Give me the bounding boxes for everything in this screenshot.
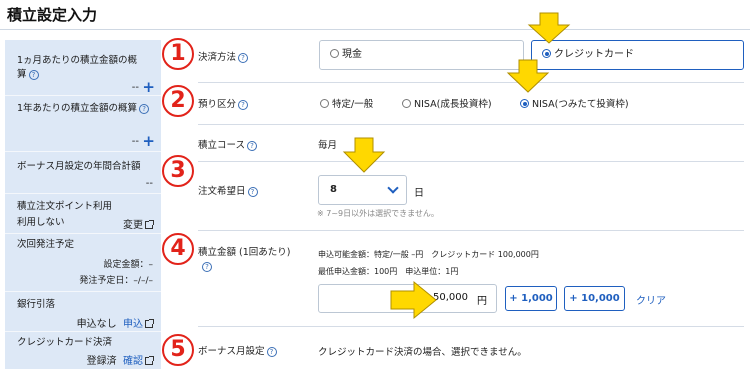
points-value: 利用しない [17, 217, 65, 228]
help-icon[interactable]: ? [202, 262, 212, 272]
divider [198, 161, 744, 162]
page-title: 積立設定入力 [7, 6, 98, 24]
points-section: 積立注文ポイント利用 利用しない 変更 [5, 194, 161, 234]
credit-card-status: 登録済 [86, 356, 117, 367]
next-order-amount: 設定金額：– [103, 260, 153, 270]
external-link-icon [145, 220, 154, 229]
course-value: 毎月 [318, 140, 338, 151]
help-icon[interactable]: ? [238, 99, 249, 110]
credit-card-status-row: 登録済 確認 [86, 352, 154, 367]
payment-option-cash[interactable]: 現金 [319, 40, 524, 70]
bonus-total-section: ボーナス月設定の年間合計額 -- [5, 152, 161, 194]
bank-debit-status: 申込なし [76, 319, 117, 330]
help-icon[interactable]: ? [247, 186, 258, 197]
radio-icon[interactable] [402, 99, 411, 108]
help-icon[interactable]: ? [266, 346, 277, 357]
radio-icon[interactable] [330, 49, 339, 58]
help-icon[interactable]: ? [247, 140, 258, 151]
order-day-label: 注文希望日 [198, 186, 246, 197]
radio-selected-icon[interactable] [520, 99, 529, 108]
account-option-nisa-tsumitate[interactable]: NISA(つみたて投資枠) [520, 96, 629, 110]
yearly-estimate-section: 1年あたりの積立金額の概算? -- + [5, 96, 161, 152]
account-option-tokutei[interactable]: 特定/一般 [320, 96, 373, 110]
divider [198, 326, 744, 327]
account-type-label: 預り区分 [198, 99, 237, 110]
bonus-total-value: -- [145, 178, 153, 189]
add-10000-button[interactable]: + 10,000 [564, 286, 625, 311]
monthly-estimate-section: 1ヵ月あたりの積立金額の概 算? -- + [5, 40, 161, 96]
next-order-date: 発注予定日：–/–/– [79, 276, 153, 286]
minimum-amount-text: 最低申込金額：100円 申込単位：1円 [318, 267, 459, 276]
external-link-icon [145, 319, 154, 328]
external-link-icon [145, 356, 154, 365]
available-amount-text: 申込可能金額：特定/一般 –円 クレジットカード 100,000円 [318, 250, 539, 259]
points-label: 積立注文ポイント利用 [17, 201, 113, 212]
step-marker-3: 3 [162, 155, 194, 187]
payment-method-label: 決済方法 [198, 52, 237, 63]
divider [198, 124, 744, 125]
down-arrow-icon [506, 59, 550, 93]
divider [198, 82, 744, 83]
amount-label: 積立金額 (1回あたり) [198, 247, 291, 258]
help-icon[interactable]: ? [28, 69, 39, 80]
add-1000-button[interactable]: + 1,000 [505, 286, 557, 311]
help-icon[interactable]: ? [139, 103, 150, 114]
title-divider [0, 29, 750, 30]
step-marker-1: 1 [162, 38, 194, 70]
course-label: 積立コース [198, 140, 246, 151]
bank-debit-label: 銀行引落 [17, 299, 56, 310]
down-arrow-icon [342, 137, 386, 173]
credit-card-label: クレジットカード決済 [17, 337, 113, 348]
points-change-link[interactable]: 変更 [123, 216, 154, 231]
monthly-estimate-value: -- [131, 82, 139, 93]
credit-card-confirm-link[interactable]: 確認 [123, 356, 143, 367]
bonus-total-label: ボーナス月設定の年間合計額 [17, 161, 141, 172]
yearly-estimate-value: -- [131, 136, 139, 147]
order-day-select[interactable]: 8 [318, 175, 407, 205]
divider [198, 230, 744, 231]
monthly-estimate-label-cont: 算 [17, 69, 27, 80]
step-marker-4: 4 [162, 233, 194, 265]
expand-plus-icon[interactable]: + [142, 80, 155, 95]
credit-card-section: クレジットカード決済 登録済 確認 [5, 332, 161, 369]
bonus-month-label: ボーナス月設定 [198, 346, 265, 357]
next-order-section: 次回発注予定 設定金額：– 発注予定日：–/–/– [5, 234, 161, 292]
summary-sidebar: 1ヵ月あたりの積立金額の概 算? -- + 1年あたりの積立金額の概算? -- … [5, 40, 161, 369]
yearly-estimate-label: 1年あたりの積立金額の概算 [17, 103, 138, 114]
bank-debit-apply-link[interactable]: 申込 [123, 319, 143, 330]
order-day-unit: 日 [414, 188, 424, 199]
step-marker-2: 2 [162, 85, 194, 117]
radio-selected-icon[interactable] [542, 49, 551, 58]
bank-debit-status-row: 申込なし 申込 [76, 315, 154, 330]
radio-icon[interactable] [320, 99, 329, 108]
chevron-down-icon [387, 182, 399, 194]
next-order-label: 次回発注予定 [17, 239, 75, 250]
down-arrow-icon [527, 12, 571, 44]
help-icon[interactable]: ? [238, 52, 249, 63]
expand-plus-icon[interactable]: + [142, 134, 155, 149]
bonus-month-message: クレジットカード決済の場合、選択できません。 [318, 347, 527, 358]
step-marker-5: 5 [162, 334, 194, 366]
payment-option-credit-card[interactable]: クレジットカード [531, 40, 744, 70]
right-arrow-icon [390, 280, 437, 320]
clear-link[interactable]: クリア [636, 292, 666, 307]
order-day-note: ※ 7~9日以外は選択できません。 [317, 209, 439, 218]
account-option-nisa-growth[interactable]: NISA(成長投資枠) [402, 96, 492, 110]
bank-debit-section: 銀行引落 申込なし 申込 [5, 292, 161, 332]
